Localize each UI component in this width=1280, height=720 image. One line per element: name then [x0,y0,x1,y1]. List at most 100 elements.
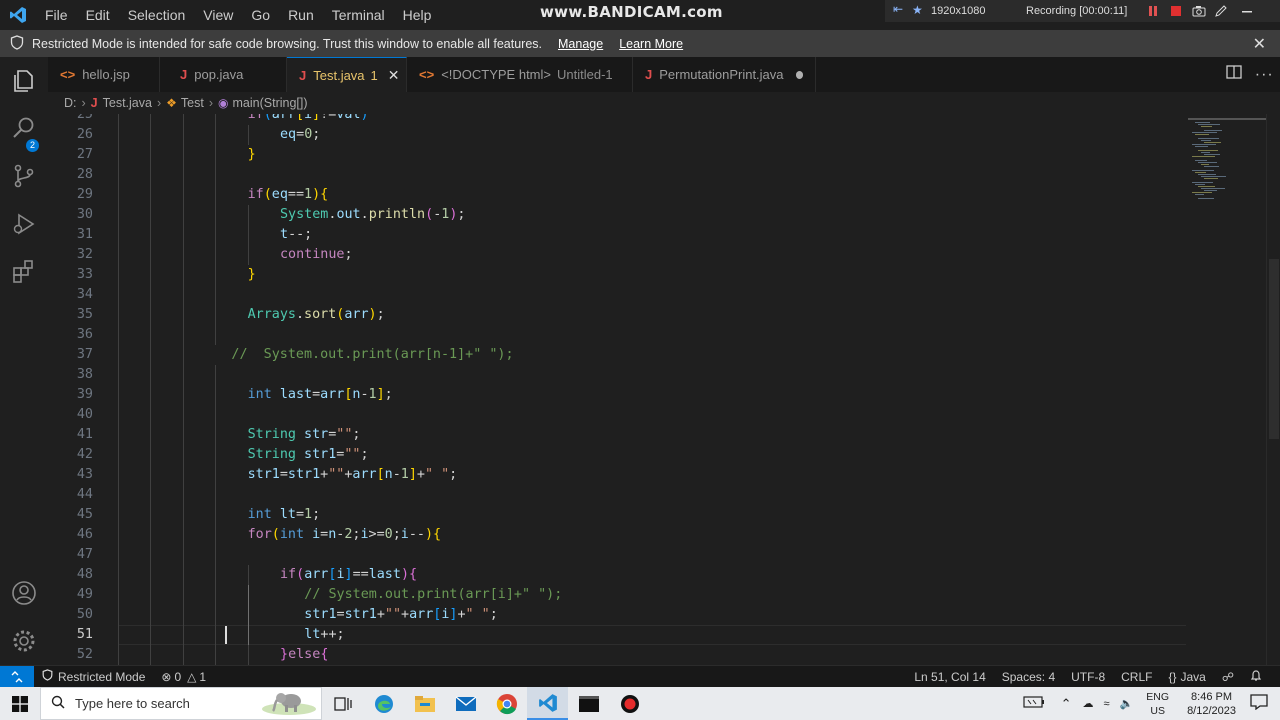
explorer-icon[interactable] [10,67,38,95]
code-line[interactable]: 32 continue; [48,245,1188,265]
menu-file[interactable]: File [36,0,77,30]
code-line[interactable]: 34 [48,285,1188,305]
code-line[interactable]: 40 [48,405,1188,425]
code-line[interactable]: 44 [48,485,1188,505]
code-line[interactable]: 50 str1=str1+""+arr[i]+" "; [48,605,1188,625]
vertical-scrollbar[interactable] [1266,114,1280,665]
code-line[interactable]: 33} [48,265,1188,285]
clock[interactable]: 8:46 PM 8/12/2023 [1187,690,1236,718]
search-icon[interactable] [10,114,38,142]
code-line[interactable]: 45 int lt=1; [48,505,1188,525]
learn-more-link[interactable]: Learn More [619,37,683,51]
tab-hello-jsp[interactable]: <> hello.jsp [48,57,160,92]
code-line[interactable]: 37 // System.out.print(arr[n-1]+" "); [48,345,1188,365]
run-debug-icon[interactable] [10,210,38,238]
pin-icon[interactable]: ★ [912,3,923,17]
speaker-icon[interactable]: 🔈 [1120,697,1134,710]
battery-icon[interactable] [1023,696,1045,711]
edge-browser-icon[interactable] [363,687,404,720]
menu-go[interactable]: Go [242,0,279,30]
cloud-icon[interactable]: ☁ [1083,697,1094,710]
problems-status[interactable]: ⊗ 0 △ 1 [153,670,214,684]
bandicam-record-icon[interactable] [609,687,650,720]
tab-untitled-1[interactable]: <> <!DOCTYPE html> Untitled-1 [407,57,633,92]
code-line[interactable]: 48 if(arr[i]==last){ [48,565,1188,585]
code-line[interactable]: 31 t--; [48,225,1188,245]
camera-icon[interactable] [1192,4,1206,18]
feedback-icon[interactable]: ☍ [1214,670,1242,684]
code-line[interactable]: 36 [48,325,1188,345]
code-line[interactable]: 26 eq=0; [48,125,1188,145]
code-line[interactable]: 43 str1=str1+""+arr[n-1]+" "; [48,465,1188,485]
minimap[interactable] [1188,114,1268,665]
code-line[interactable]: 25 if(arr[i]!=val) [48,114,1188,125]
source-control-icon[interactable] [10,162,38,190]
menu-run[interactable]: Run [279,0,323,30]
tab-pop-java[interactable]: J pop.java [160,57,287,92]
close-icon[interactable]: ✕ [1253,34,1266,54]
code-editor[interactable]: 25 if(arr[i]!=val) 26 eq=0; 27} 28 29 if(eq==1)… [48,114,1188,665]
task-view-icon[interactable] [322,687,363,720]
code-line[interactable]: 39 int last=arr[n-1]; [48,385,1188,405]
code-line[interactable]: 49 // System.out.print(arr[i]+" "); [48,585,1188,605]
language-mode[interactable]: {} Java [1160,670,1213,684]
language-indicator[interactable]: ENG US [1146,690,1169,718]
remote-indicator-icon[interactable] [0,665,34,688]
menu-terminal[interactable]: Terminal [323,0,394,30]
file-explorer-icon[interactable] [404,687,445,720]
code-line[interactable]: 30 System.out.println(-1); [48,205,1188,225]
mail-icon[interactable] [445,687,486,720]
code-line[interactable]: 27} [48,145,1188,165]
bell-icon[interactable] [1242,669,1270,685]
pencil-icon[interactable] [1214,4,1228,18]
code-line[interactable]: 51 lt++; [48,625,1188,645]
split-editor-icon[interactable] [1226,65,1242,84]
code-line[interactable]: 47 [48,545,1188,565]
notification-icon[interactable] [1250,694,1268,713]
line-number: 28 [76,167,93,182]
breadcrumb-class[interactable]: Test [181,96,204,110]
code-line[interactable]: 35 Arrays.sort(arr); [48,305,1188,325]
code-line[interactable]: 29 if(eq==1){ [48,185,1188,205]
code-line[interactable]: 46 for(int i=n-2;i>=0;i--){ [48,525,1188,545]
breadcrumb-drive[interactable]: D: [64,96,77,110]
menu-help[interactable]: Help [394,0,441,30]
cursor-position[interactable]: Ln 51, Col 14 [906,670,993,684]
code-line[interactable]: 41 String str=""; [48,425,1188,445]
wifi-icon[interactable]: ≈ [1104,698,1110,710]
arrow-down-icon[interactable]: ⇤ [893,2,903,16]
menu-selection[interactable]: Selection [119,0,195,30]
end-of-line[interactable]: CRLF [1113,670,1160,684]
encoding[interactable]: UTF-8 [1063,670,1113,684]
breadcrumb-method[interactable]: main(String[]) [233,96,308,110]
vscode-taskbar-icon[interactable] [527,687,568,720]
tab-test-java[interactable]: J Test.java 1 ✕ [287,57,407,92]
restricted-mode-status[interactable]: Restricted Mode [34,669,153,684]
terminal-icon[interactable] [568,687,609,720]
close-tab-icon[interactable]: ✕ [388,67,400,84]
chrome-icon[interactable] [486,687,527,720]
code-line[interactable]: 52}else{ [48,645,1188,665]
unsaved-dot-icon[interactable] [795,70,803,79]
settings-gear-icon[interactable] [10,627,38,655]
breadcrumb-file[interactable]: Test.java [103,96,152,110]
chevron-up-icon[interactable]: ⌃ [1061,696,1072,712]
more-actions-icon[interactable]: ··· [1255,66,1274,84]
account-icon[interactable] [10,579,38,607]
manage-link[interactable]: Manage [558,37,603,51]
code-line[interactable]: 28 [48,165,1188,185]
menu-view[interactable]: View [194,0,242,30]
extensions-icon[interactable] [10,258,38,286]
menu-edit[interactable]: Edit [77,0,119,30]
windows-start-icon[interactable] [0,687,40,720]
code-line[interactable]: 42 String str1=""; [48,445,1188,465]
taskbar-search-box[interactable]: Type here to search [40,687,322,720]
minimize-icon[interactable] [1240,4,1254,18]
code-line[interactable]: 38 [48,365,1188,385]
tab-permutationprint-java[interactable]: J PermutationPrint.java [633,57,816,92]
pause-icon[interactable] [1146,4,1160,18]
stop-icon[interactable] [1169,4,1183,18]
indentation[interactable]: Spaces: 4 [994,670,1063,684]
minimap-slider[interactable] [1188,118,1268,120]
scrollbar-thumb[interactable] [1269,259,1279,439]
